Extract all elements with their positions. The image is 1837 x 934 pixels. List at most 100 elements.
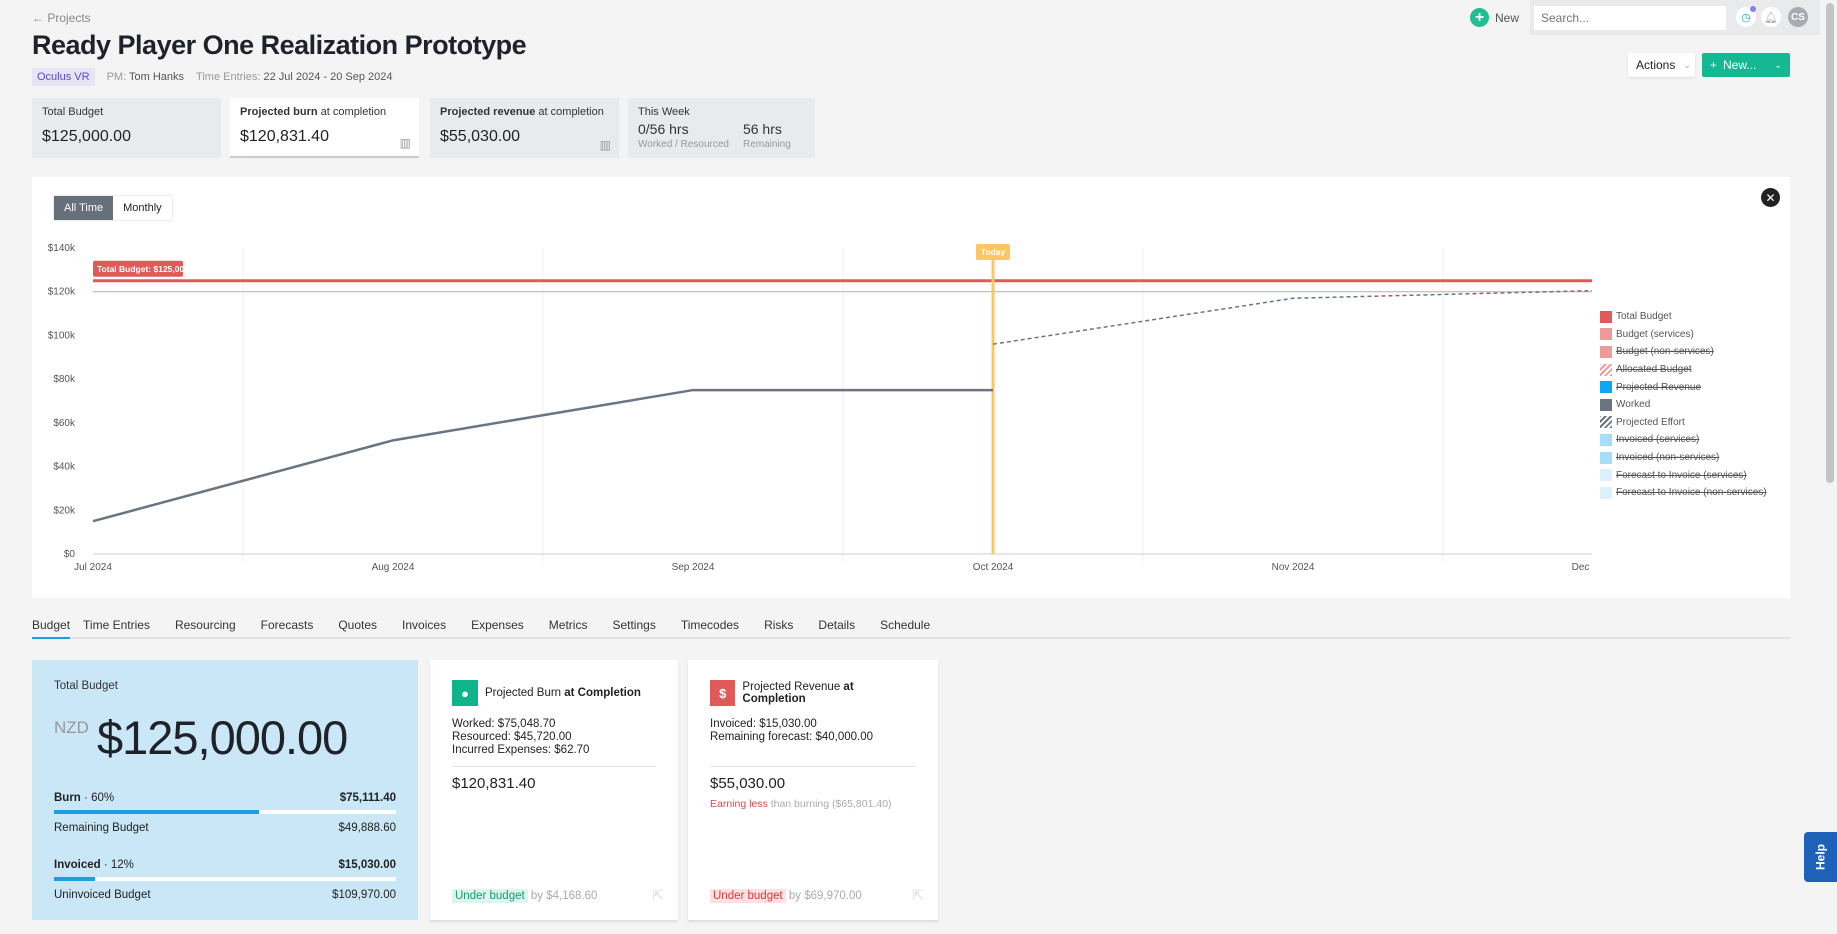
status-detail: by $4,168.60 (527, 890, 598, 902)
tab-forecasts[interactable]: Forecasts (261, 616, 326, 637)
total-budget-label: Total Budget: $125,000 (97, 264, 189, 274)
legend-swatch (1600, 398, 1612, 411)
budget-chart: $0 $20k $40k $60k $80k $100k $120k $140k Jul 202… (48, 243, 1592, 573)
tab-time-entries[interactable]: Time Entries (83, 616, 162, 637)
actions-button[interactable]: Actions ⌄ (1628, 53, 1695, 77)
legend-swatch (1600, 381, 1612, 394)
chart-icon: ▥ (399, 136, 411, 150)
project-tabs: Budget Time Entries Resourcing Forecasts Quo… (32, 616, 1790, 639)
legend-label: Budget (services) (1616, 328, 1694, 340)
bell-icon[interactable]: 🔔︎ (1761, 7, 1781, 27)
stat-value: $120,831.40 (240, 128, 329, 145)
legend-label: Total Budget (1616, 311, 1672, 323)
legend-item[interactable]: Forecast to Invoice (non-services) (1600, 484, 1767, 502)
tab-invoices[interactable]: Invoices (402, 616, 458, 637)
legend-swatch (1600, 328, 1612, 341)
tab-quotes[interactable]: Quotes (338, 616, 389, 637)
status-detail: by $69,970.00 (785, 890, 862, 902)
x-tick-label: Nov 2024 (1272, 562, 1315, 573)
stat-label: This Week (638, 106, 690, 118)
x-tick-label: Oct 2024 (973, 562, 1014, 573)
tab-timecodes[interactable]: Timecodes (681, 616, 751, 637)
breakdown-line: Resourced: $45,720.00 (452, 731, 572, 743)
legend-item[interactable]: Total Budget (1600, 308, 1767, 326)
breakdown-line: Remaining forecast: $40,000.00 (710, 731, 874, 743)
invoiced-pct: 12% (110, 859, 134, 871)
tab-budget[interactable]: Budget (32, 616, 71, 639)
legend-item[interactable]: Budget (non-services) (1600, 343, 1767, 361)
card-label: Total Budget (54, 680, 118, 692)
plus-icon: + (1710, 58, 1718, 72)
card-title: Projected Revenue (742, 681, 844, 693)
tab-risks[interactable]: Risks (764, 616, 805, 637)
stat-label-bold: Projected revenue (440, 106, 536, 118)
plus-icon: + (1470, 8, 1489, 27)
stat-projected-revenue[interactable]: Projected revenue at completion $55,030.… (430, 98, 619, 158)
legend-item[interactable]: Projected Revenue (1600, 378, 1767, 396)
legend-item[interactable]: Worked (1600, 396, 1767, 414)
legend-label: Projected Effort (1616, 416, 1685, 428)
avatar[interactable]: CS (1788, 7, 1808, 27)
new-quick-button[interactable]: + New (1470, 8, 1519, 27)
legend-label: Projected Revenue (1616, 381, 1702, 393)
search-input[interactable] (1534, 6, 1726, 30)
stat-this-week: This Week 0/56 hrs Worked / Resourced 56 … (628, 98, 815, 158)
x-tick-label: Aug 2024 (372, 562, 415, 573)
legend-label: Invoiced (non-services) (1616, 452, 1720, 464)
y-tick-label: $140k (48, 243, 76, 254)
legend-label: Worked (1616, 399, 1651, 411)
x-tick-label: Sep 2024 (672, 562, 715, 573)
chevron-down-icon: ⌄ (1774, 59, 1782, 70)
help-button[interactable]: Help (1804, 832, 1837, 882)
tab-resourcing[interactable]: Resourcing (175, 616, 248, 637)
breadcrumb-projects[interactable]: ← Projects (32, 11, 91, 25)
y-tick-label: $0 (64, 549, 76, 560)
y-tick-label: $60k (53, 418, 76, 429)
burn-progress (54, 810, 396, 814)
close-icon[interactable]: ✕ (1761, 188, 1780, 207)
legend-label: Invoiced (services) (1616, 434, 1700, 446)
tab-expenses[interactable]: Expenses (471, 616, 536, 637)
total-budget-card: Total Budget NZD $125,000.00 Burn · 60% $… (32, 660, 418, 920)
legend-swatch (1600, 345, 1612, 358)
worked-hours: 0/56 hrs (638, 121, 689, 137)
invoiced-label: Invoiced (54, 859, 101, 871)
earning-less-note: Earning less (710, 798, 768, 810)
tab-settings[interactable]: Settings (612, 616, 667, 637)
burn-pct: 60% (91, 792, 115, 804)
legend-swatch (1600, 433, 1612, 446)
breakdown-line: Incurred Expenses: $62.70 (452, 744, 590, 756)
card-title: Projected Burn (485, 687, 565, 699)
stat-label-bold: Projected burn (240, 106, 318, 118)
legend-item[interactable]: Budget (services) (1600, 326, 1767, 344)
legend-item[interactable]: Allocated Budget (1600, 361, 1767, 379)
dollar-icon: $ (710, 680, 736, 706)
tab-metrics[interactable]: Metrics (549, 616, 600, 637)
series-projected-effort (992, 289, 1592, 345)
legend-item[interactable]: Forecast to Invoice (services) (1600, 466, 1767, 484)
burn-label: Burn (54, 792, 81, 804)
tab-schedule[interactable]: Schedule (880, 616, 942, 637)
y-tick-label: $100k (48, 330, 76, 341)
tab-details[interactable]: Details (818, 616, 867, 637)
worked-label: Worked / Resourced (638, 139, 729, 150)
under-budget-badge: Under budget (710, 889, 786, 903)
client-tag[interactable]: Oculus VR (32, 68, 95, 86)
share-icon[interactable]: ⇱ (652, 887, 664, 904)
under-budget-badge: Under budget (452, 889, 528, 903)
y-tick-label: $120k (48, 287, 76, 298)
page-title: Ready Player One Realization Prototype (32, 30, 527, 60)
new-menu-label: New... (1723, 58, 1757, 72)
scrollbar[interactable] (1826, 3, 1834, 483)
share-icon[interactable]: ⇱ (912, 887, 924, 904)
remaining-value: $49,888.60 (338, 822, 396, 834)
x-tick-label: Dec 2024 (1572, 562, 1592, 573)
new-menu-button[interactable]: + New... ⌄ (1702, 53, 1790, 77)
legend-item[interactable]: Invoiced (non-services) (1600, 449, 1767, 467)
legend-item[interactable]: Projected Effort (1600, 414, 1767, 432)
stat-projected-burn[interactable]: Projected burn at completion $120,831.40… (230, 98, 419, 158)
y-tick-label: $20k (53, 505, 76, 516)
legend-item[interactable]: Invoiced (services) (1600, 431, 1767, 449)
timer-icon[interactable]: ◷ (1736, 6, 1756, 27)
stat-total-budget: Total Budget $125,000.00 (32, 98, 221, 158)
